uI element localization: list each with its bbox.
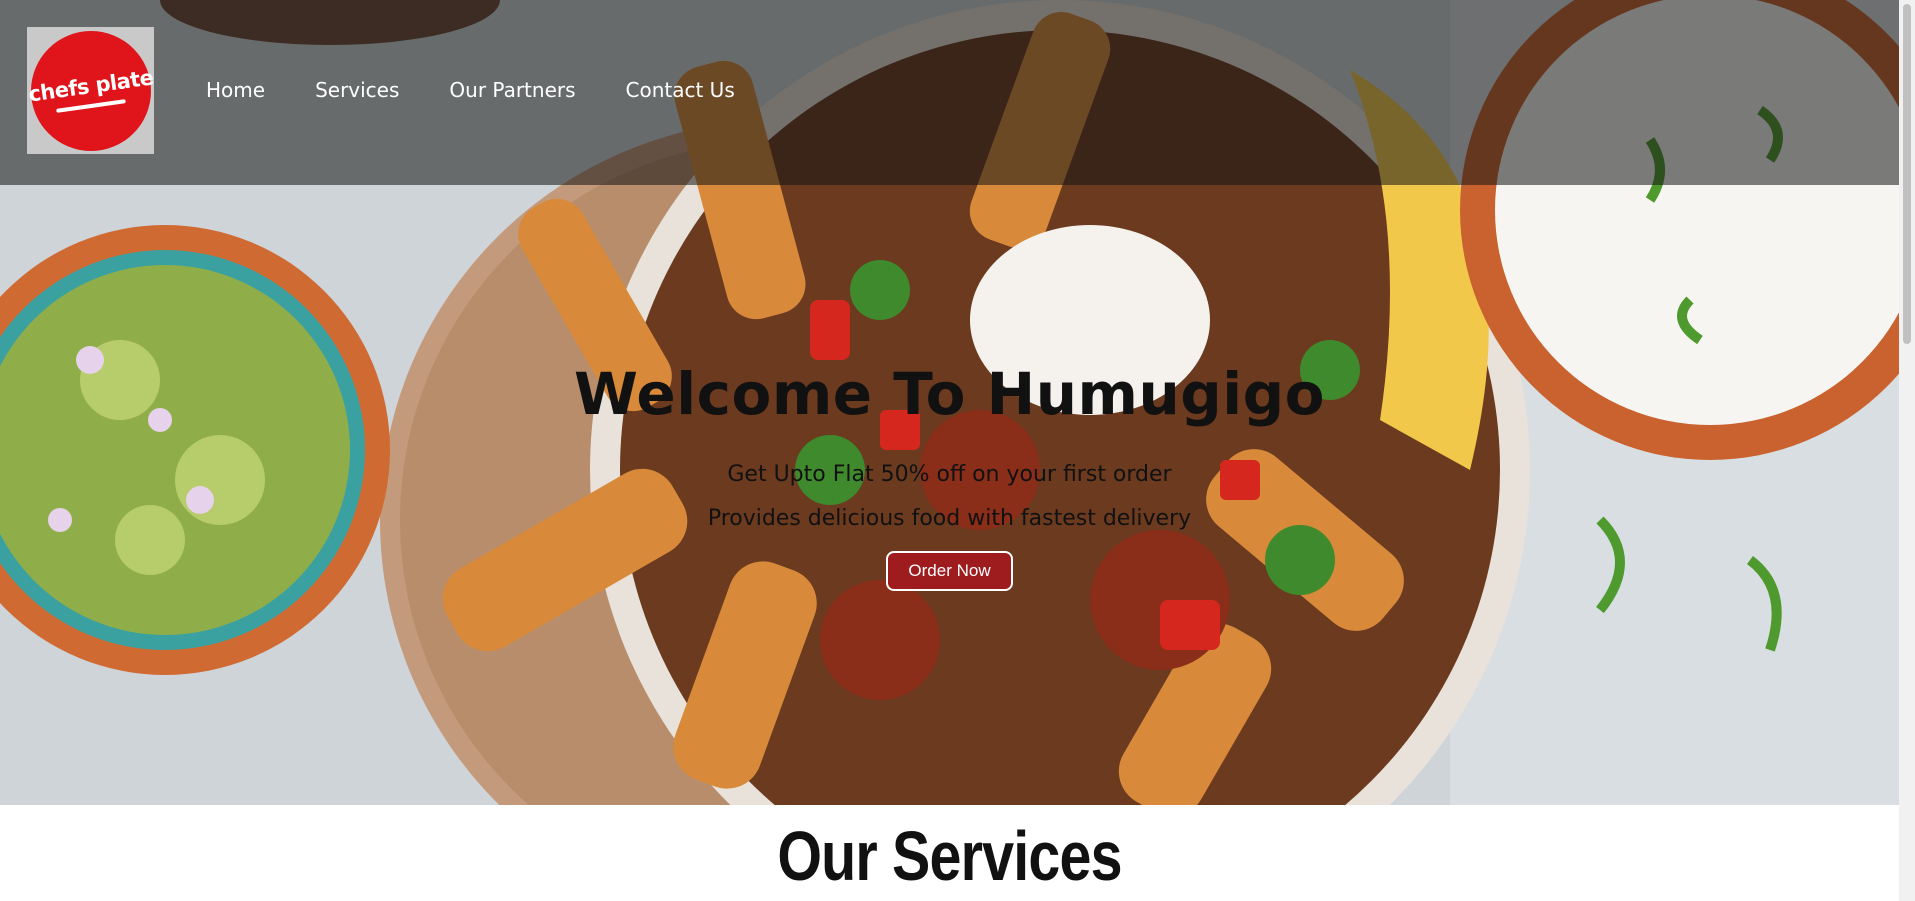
hero-section: chefs plate Home Services Our Partners C…	[0, 0, 1899, 805]
nav-services[interactable]: Services	[315, 78, 399, 102]
main-nav: Home Services Our Partners Contact Us	[206, 78, 785, 102]
hero-title: Welcome To Humugigo	[573, 360, 1326, 428]
top-navbar: chefs plate Home Services Our Partners C…	[0, 0, 1899, 185]
order-now-button[interactable]: Order Now	[886, 551, 1013, 591]
nav-contact-us[interactable]: Contact Us	[626, 78, 735, 102]
scrollbar-thumb[interactable]	[1903, 4, 1911, 344]
logo[interactable]: chefs plate	[27, 27, 154, 154]
page-scrollbar[interactable]	[1899, 0, 1915, 901]
nav-home[interactable]: Home	[206, 78, 265, 102]
hero-offer-text: Get Upto Flat 50% off on your first orde…	[727, 462, 1172, 487]
hero-content: Welcome To Humugigo Get Upto Flat 50% of…	[0, 360, 1899, 591]
chefs-plate-logo-icon: chefs plate	[27, 30, 154, 151]
services-section-title: Our Services	[777, 817, 1122, 895]
logo-text: chefs plate	[26, 64, 155, 107]
hero-tagline: Provides delicious food with fastest del…	[707, 506, 1192, 531]
nav-our-partners[interactable]: Our Partners	[449, 78, 575, 102]
